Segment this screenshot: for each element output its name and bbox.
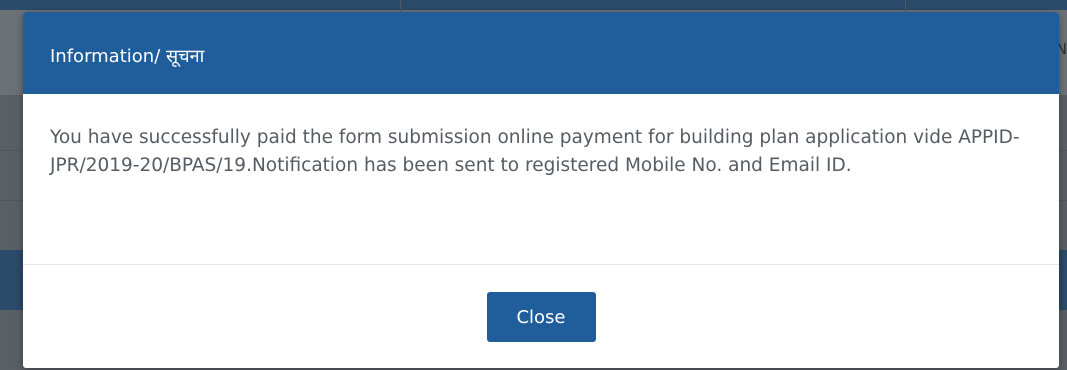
information-modal: Information/ सूचना You have successfully… — [23, 12, 1059, 368]
modal-body: You have successfully paid the form subm… — [23, 94, 1059, 265]
modal-title: Information/ सूचना — [50, 46, 205, 67]
modal-header: Information/ सूचना — [23, 12, 1059, 94]
background-divider — [400, 0, 401, 12]
modal-footer: Close — [23, 265, 1059, 368]
page: N Information/ सूचना You have successful… — [0, 0, 1067, 370]
background-divider — [905, 0, 906, 12]
close-button[interactable]: Close — [486, 292, 596, 342]
modal-message: You have successfully paid the form subm… — [50, 127, 1020, 176]
background-header-strip — [0, 0, 1067, 10]
